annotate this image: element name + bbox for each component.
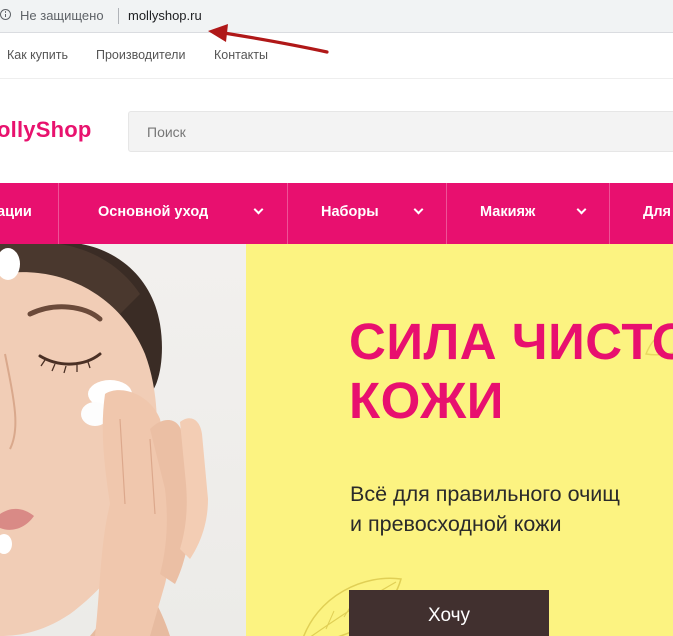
nav-item-makeup[interactable]: Макияж (447, 183, 610, 244)
security-status-label[interactable]: Не защищено (20, 8, 104, 23)
hero-title-line: КОЖИ (349, 372, 504, 429)
want-button[interactable]: Хочу (349, 590, 549, 636)
nav-item-basic-care[interactable]: Основной уход (59, 183, 288, 244)
top-link-how-to-buy[interactable]: Как купить (7, 48, 68, 62)
browser-address-bar[interactable]: Не защищено mollyshop.ru (0, 0, 673, 33)
main-nav: ации Основной уход Наборы Макияж Для (0, 183, 673, 244)
info-icon[interactable] (0, 9, 11, 20)
hero-subtitle: Всё для правильного очищ и превосходной … (350, 479, 620, 539)
hero-title-line: СИЛА ЧИСТО (349, 313, 673, 370)
url-text[interactable]: mollyshop.ru (128, 8, 202, 23)
hero-subtitle-line: Всё для правильного очищ (350, 482, 620, 506)
top-link-manufacturers[interactable]: Производители (96, 48, 185, 62)
top-links-bar: Как купить Производители Контакты (0, 33, 673, 79)
search-input[interactable] (128, 111, 673, 152)
site-logo[interactable]: ollyShop (0, 117, 92, 143)
hero-model-photo (0, 244, 246, 636)
hero-banner (246, 244, 673, 636)
nav-item-label: Наборы (321, 204, 379, 220)
chevron-down-icon (253, 204, 264, 215)
address-bar-divider (118, 8, 119, 24)
nav-item-label: Основной уход (98, 204, 209, 220)
nav-item-label: Макияж (480, 204, 536, 220)
chevron-down-icon (576, 204, 587, 215)
nav-item-promotions[interactable]: ации (0, 183, 59, 244)
hero-subtitle-line: и превосходной кожи (350, 512, 562, 536)
nav-item-label: Для (643, 204, 672, 220)
hero-title: СИЛА ЧИСТО КОЖИ (349, 312, 673, 430)
nav-item-label: ации (0, 204, 32, 220)
top-link-contacts[interactable]: Контакты (214, 48, 268, 62)
nav-item-sets[interactable]: Наборы (288, 183, 447, 244)
nav-item-for[interactable]: Для (610, 183, 673, 244)
chevron-down-icon (413, 204, 424, 215)
